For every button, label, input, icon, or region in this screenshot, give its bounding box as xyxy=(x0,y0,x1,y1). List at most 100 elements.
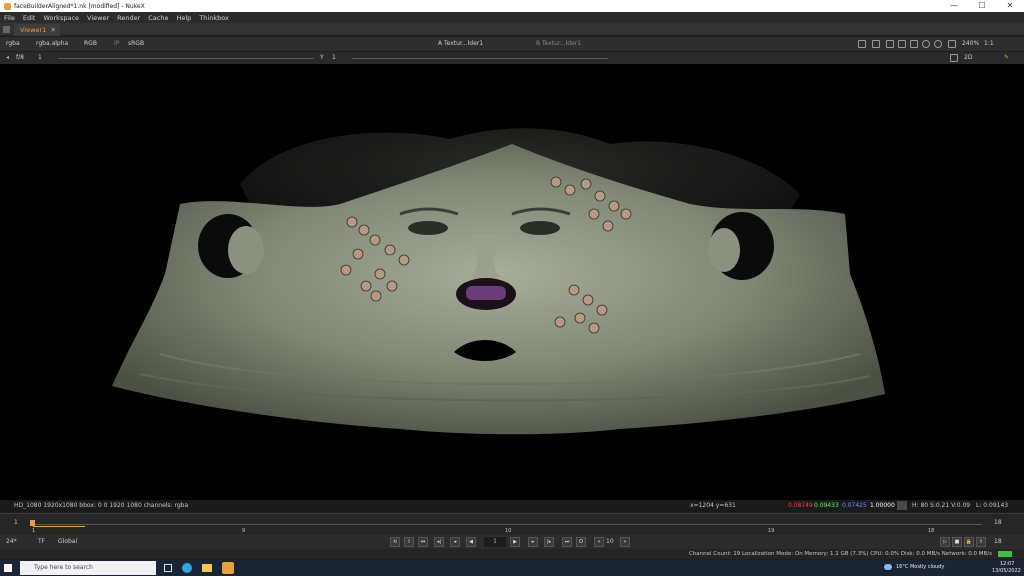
viewer-toolbar: rgba rgba.alpha RGB IP sRGB A Textur...l… xyxy=(0,37,1024,51)
timeline-end: 18 xyxy=(994,519,1002,526)
gamma-value[interactable]: 1 xyxy=(332,52,336,64)
record-icon[interactable]: ■ xyxy=(952,537,962,547)
menu-edit[interactable]: Edit xyxy=(23,14,36,22)
flipbook-icon[interactable]: ▷ xyxy=(940,537,950,547)
range-dropdown[interactable]: Global xyxy=(58,538,77,545)
tab-viewer1[interactable]: Viewer1 ✕ xyxy=(14,24,60,36)
windows-start-icon[interactable] xyxy=(4,564,12,572)
weather-icon xyxy=(884,564,892,570)
menu-cache[interactable]: Cache xyxy=(148,14,168,22)
gl-icon[interactable] xyxy=(934,40,942,48)
prev-frame-icon[interactable]: ◂ xyxy=(450,537,460,547)
status-indicator xyxy=(998,551,1012,557)
gamma-slider[interactable] xyxy=(352,58,608,59)
loop-icon[interactable]: ⟲ xyxy=(390,537,400,547)
maximize-button[interactable]: ☐ xyxy=(968,0,996,12)
search-placeholder: Type here to search xyxy=(34,564,93,571)
task-view-icon[interactable] xyxy=(164,564,172,572)
out-point-icon[interactable]: O xyxy=(576,537,586,547)
zebra-icon[interactable] xyxy=(886,40,894,48)
tf-dropdown[interactable]: TF xyxy=(38,538,45,545)
menu-bar: File Edit Workspace Viewer Render Cache … xyxy=(0,12,1024,23)
timeline-range-line xyxy=(33,526,85,527)
menu-file[interactable]: File xyxy=(4,14,15,22)
hsv-value: H: 80 S:0.21 V:0.09 xyxy=(912,502,971,509)
timeline-track[interactable] xyxy=(30,524,982,525)
increment-field[interactable]: 10 xyxy=(606,538,614,545)
end-frame-field[interactable]: 18 xyxy=(994,538,1002,545)
weather-text[interactable]: 16°C Mostly cloudy xyxy=(896,564,944,570)
play-forward-icon[interactable]: ▶ xyxy=(510,537,520,547)
gamma-label: Y xyxy=(320,54,324,61)
gain-value[interactable]: 1 xyxy=(38,52,42,64)
menu-workspace[interactable]: Workspace xyxy=(43,14,79,22)
colorspace-dropdown[interactable]: sRGB xyxy=(128,37,144,51)
menu-help[interactable]: Help xyxy=(176,14,191,22)
cursor-coords: x=1204 y=631 xyxy=(690,502,736,509)
channels-dropdown[interactable]: rgba xyxy=(6,37,20,51)
current-frame-field[interactable]: 1 xyxy=(484,537,506,547)
taskbar-search-input[interactable]: Type here to search xyxy=(20,561,156,575)
minimize-button[interactable]: — xyxy=(940,0,968,12)
input-a-dropdown[interactable]: A Textur...lder1 xyxy=(438,37,483,51)
display-style-dropdown[interactable]: RGB xyxy=(84,37,97,51)
luma-value: L: 0.09143 xyxy=(976,502,1009,509)
tick-label: 18 xyxy=(928,528,935,534)
time-text[interactable]: 12:07 xyxy=(1000,561,1014,567)
fstop-arrow-left-icon[interactable]: ◂ xyxy=(6,52,9,64)
skip-back-icon[interactable]: « xyxy=(594,537,604,547)
pane-menu-icon[interactable] xyxy=(3,26,10,33)
timeline[interactable]: 1 1 9 10 19 18 18 xyxy=(0,513,1024,535)
tick-label: 19 xyxy=(768,528,775,534)
view-mode-icon[interactable] xyxy=(950,54,958,62)
first-frame-icon[interactable]: ⏮ xyxy=(418,537,428,547)
pause-icon[interactable] xyxy=(948,40,956,48)
viewer-canvas[interactable] xyxy=(0,64,1024,500)
file-explorer-icon[interactable] xyxy=(202,564,212,572)
proxy-dropdown[interactable]: 1:1 xyxy=(984,37,994,51)
export-icon[interactable]: ⇪ xyxy=(976,537,986,547)
fstop-value[interactable]: f/8 xyxy=(16,52,24,64)
viewer-toolbar-2: ◂ f/8 1 Y 1 2D ✎ xyxy=(0,52,1024,64)
input-b-dropdown[interactable]: B Textur...lder1 xyxy=(536,37,581,51)
edge-icon[interactable] xyxy=(182,563,192,573)
timeline-start: 1 xyxy=(14,519,18,526)
fps-dropdown[interactable]: 24* xyxy=(6,538,17,545)
tick-label: 9 xyxy=(242,528,246,534)
list-icon[interactable] xyxy=(910,40,918,48)
gain-slider[interactable] xyxy=(58,58,314,59)
last-frame-icon[interactable]: ⏭ xyxy=(562,537,572,547)
skip-forward-icon[interactable]: » xyxy=(620,537,630,547)
paint-icon[interactable]: ✎ xyxy=(1004,52,1009,64)
status-text: Channel Count: 19 Localization Mode: On … xyxy=(688,551,992,557)
lock-icon[interactable]: 🔒 xyxy=(964,537,974,547)
menu-render[interactable]: Render xyxy=(117,14,140,22)
tick-label: 1 xyxy=(32,528,36,534)
play-backward-icon[interactable]: ◀ xyxy=(466,537,476,547)
roi-icon[interactable] xyxy=(858,40,866,48)
close-tab-icon[interactable]: ✕ xyxy=(51,24,56,36)
status-bar: Channel Count: 19 Localization Mode: On … xyxy=(0,549,1024,559)
refresh-icon[interactable] xyxy=(922,40,930,48)
alpha-channel-dropdown[interactable]: rgba.alpha xyxy=(36,37,68,51)
menu-thinkbox[interactable]: Thinkbox xyxy=(199,14,229,22)
nuke-app-icon xyxy=(4,2,11,10)
input-process-toggle[interactable]: IP xyxy=(114,37,119,51)
display-lut-icon[interactable] xyxy=(898,40,906,48)
next-frame-icon[interactable]: ▸ xyxy=(528,537,538,547)
prev-keyframe-icon[interactable]: ◂| xyxy=(434,537,444,547)
next-keyframe-icon[interactable]: |▸ xyxy=(544,537,554,547)
view-mode-dropdown[interactable]: 2D xyxy=(964,52,972,64)
date-text[interactable]: 13/05/2022 xyxy=(992,568,1021,574)
title-bar: faceBuilderAligned*1.nk [modified] - Nuk… xyxy=(0,0,1024,12)
zoom-dropdown[interactable]: 240% xyxy=(962,37,979,51)
menu-viewer[interactable]: Viewer xyxy=(87,14,109,22)
mask-icon[interactable] xyxy=(872,40,880,48)
in-point-icon[interactable]: I xyxy=(404,537,414,547)
playback-bar: 24* TF Global ⟲ I ⏮ ◂| ◂ ◀ 1 ▶ ▸ |▸ ⏭ O … xyxy=(0,535,1024,549)
tab-viewer1-label: Viewer1 xyxy=(20,26,47,34)
nuke-taskbar-icon[interactable] xyxy=(222,562,234,574)
viewer-info-bar: HD_1080 1920x1080 bbox: 0 0 1920 1080 ch… xyxy=(0,500,1024,512)
color-swatch xyxy=(897,501,907,510)
close-button[interactable]: ✕ xyxy=(996,0,1024,12)
